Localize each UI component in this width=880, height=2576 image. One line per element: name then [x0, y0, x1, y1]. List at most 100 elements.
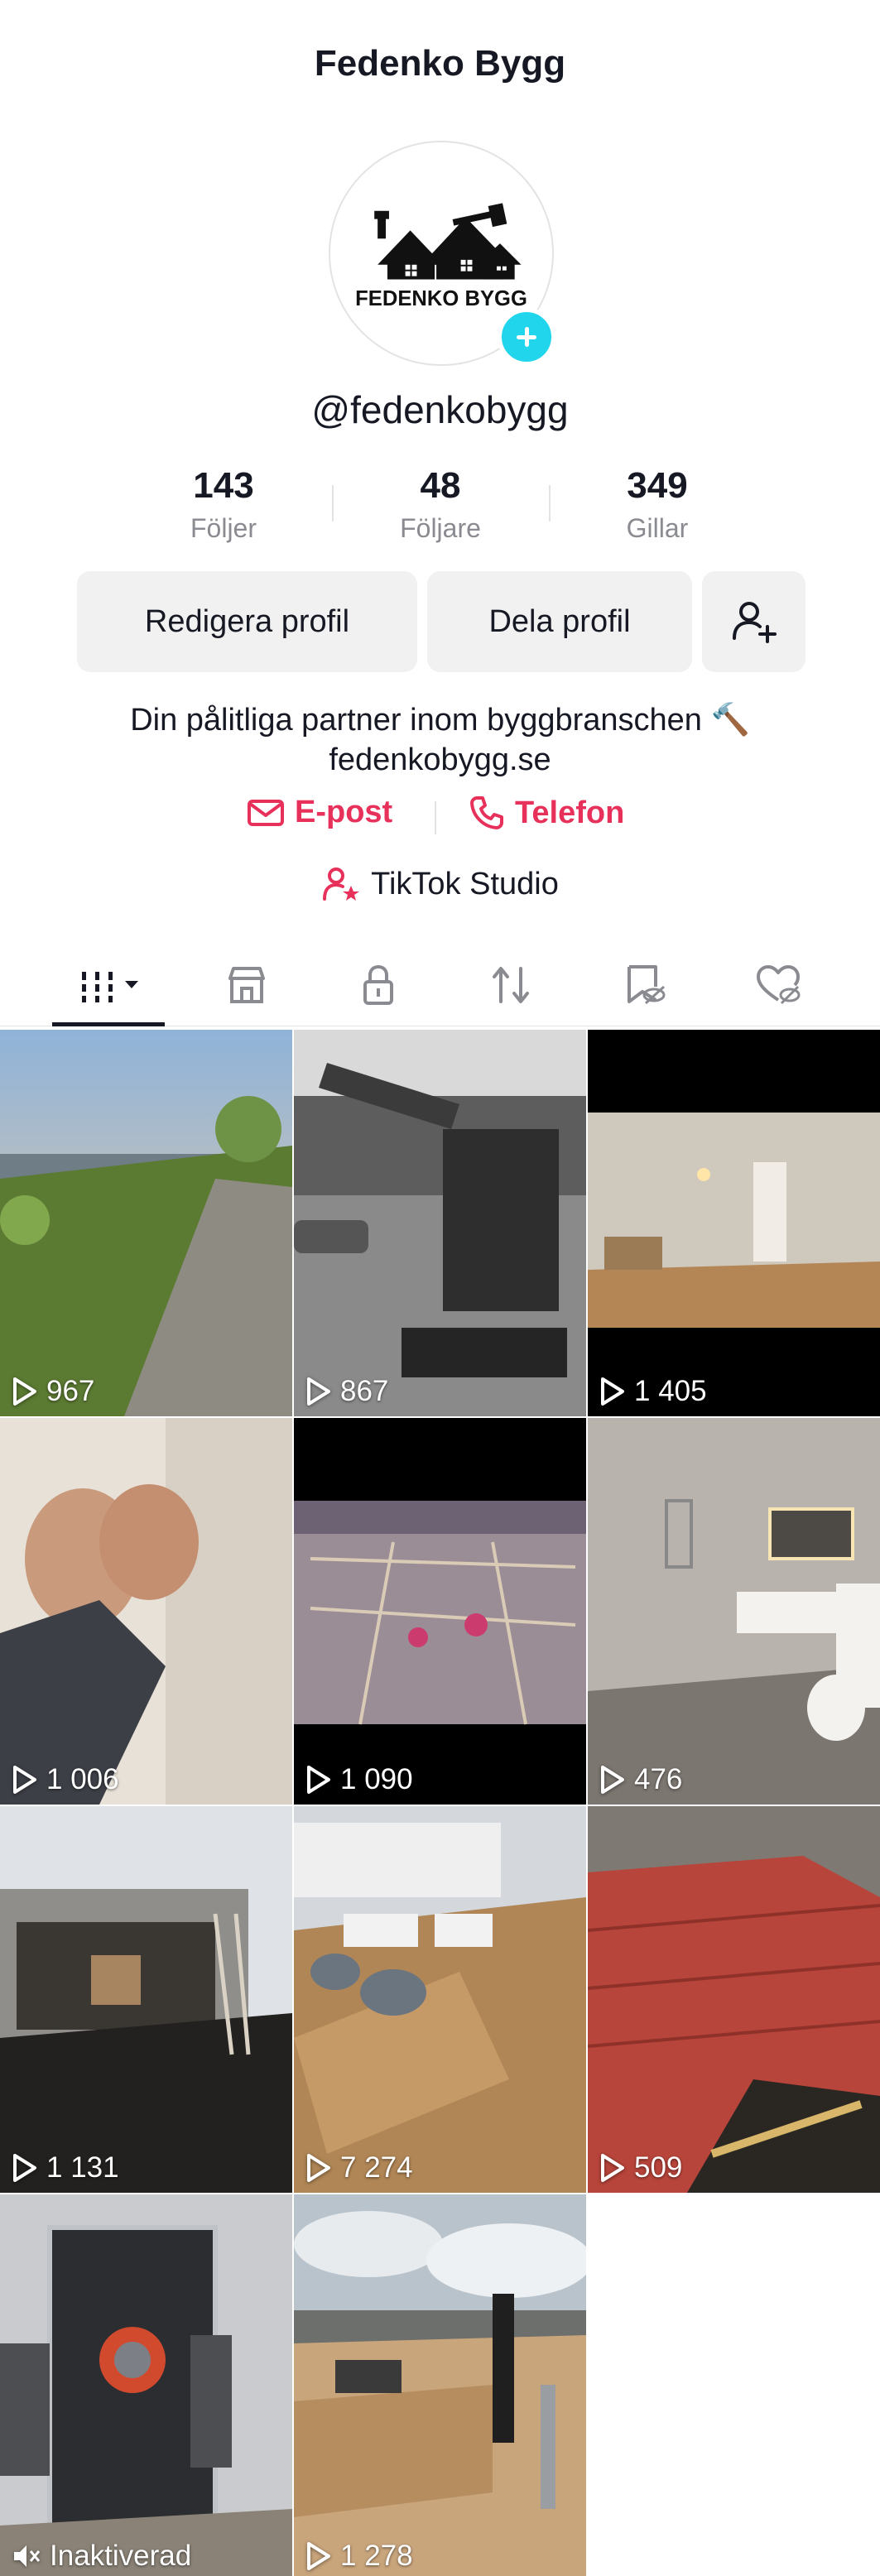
play-icon [13, 2154, 36, 2182]
thumbnail-image [0, 1806, 292, 2193]
phone-button[interactable]: Telefon [469, 795, 624, 831]
thumbnail-image [588, 1806, 880, 2193]
view-count-text: 1 278 [340, 2540, 413, 2572]
website-link[interactable]: fedenkobygg.se [0, 740, 880, 780]
play-icon [307, 2542, 330, 2570]
tab-shop[interactable] [197, 952, 296, 1018]
view-count: 1 006 [12, 1763, 119, 1796]
view-count: 1 278 [305, 2540, 413, 2573]
view-count: 1 131 [12, 2151, 119, 2184]
video-thumbnail[interactable]: 1 278 [294, 2194, 586, 2576]
play-icon [601, 1766, 624, 1794]
thumbnail-image [0, 2194, 292, 2576]
grid-icon [77, 968, 138, 1002]
followers-label: Följare [400, 513, 481, 543]
video-thumbnail[interactable]: 1 090 [294, 1418, 586, 1805]
view-count: 967 [12, 1375, 94, 1408]
stat-divider [332, 485, 334, 521]
view-count-text: 7 274 [340, 2151, 413, 2184]
followers-count: 48 [420, 465, 461, 506]
lock-icon [363, 964, 393, 1005]
contact-row: E-post Telefon [0, 795, 880, 838]
video-thumbnail[interactable]: 1 131 [0, 1806, 292, 2193]
repost-icon [493, 967, 529, 1003]
view-count-text: 1 006 [46, 1763, 119, 1795]
thumbnail-image [0, 1030, 292, 1416]
thumbnail-image [294, 2194, 586, 2576]
following-count: 143 [193, 465, 254, 506]
email-label: E-post [295, 795, 393, 829]
tab-favorites[interactable] [594, 952, 694, 1018]
tab-liked[interactable] [729, 952, 828, 1018]
view-count-text: 509 [634, 2151, 683, 2184]
tab-videos[interactable] [59, 952, 158, 1018]
likes-count: 349 [627, 465, 688, 506]
svg-text:FEDENKO BYGG: FEDENKO BYGG [355, 287, 527, 310]
video-thumbnail[interactable]: Inaktiverad [0, 2194, 292, 2576]
thumbnail-image [294, 1418, 586, 1805]
video-thumbnail[interactable]: 1 405 [588, 1030, 880, 1416]
video-thumbnail[interactable]: 967 [0, 1030, 292, 1416]
video-thumbnail[interactable]: 509 [588, 1806, 880, 2193]
phone-label: Telefon [515, 795, 625, 830]
edit-profile-button[interactable]: Redigera profil [77, 571, 417, 672]
stat-following[interactable]: 143 Följer [141, 465, 306, 544]
view-count: 509 [599, 2151, 682, 2184]
bio-text: Din pålitliga partner inom byggbranschen… [130, 703, 750, 738]
shop-icon [228, 967, 265, 1003]
view-count-text: Inaktiverad [50, 2540, 192, 2572]
share-profile-button[interactable]: Dela profil [427, 571, 692, 672]
thumbnail-image [588, 1418, 880, 1805]
profile-tabs [0, 944, 880, 1026]
bookmark-hidden-icon [628, 965, 666, 1005]
play-icon [307, 2154, 330, 2182]
view-count-text: 967 [46, 1375, 95, 1407]
add-person-icon [732, 602, 777, 643]
stat-followers[interactable]: 48 Följare [358, 465, 523, 544]
tab-private[interactable] [329, 952, 428, 1018]
view-count-text: 867 [340, 1375, 389, 1407]
tab-reposts[interactable] [461, 952, 560, 1018]
video-thumbnail[interactable]: 1 006 [0, 1418, 292, 1805]
view-count: 867 [305, 1375, 388, 1408]
bio: Din pålitliga partner inom byggbranschen… [0, 700, 880, 780]
thumbnail-image [294, 1030, 586, 1416]
mail-icon [248, 799, 284, 826]
video-thumbnail[interactable]: 7 274 [294, 1806, 586, 2193]
likes-label: Gillar [626, 513, 689, 543]
phone-icon [470, 796, 503, 829]
stats-row: 143 Följer 48 Följare 349 Gillar [0, 465, 880, 556]
play-icon [601, 1377, 624, 1406]
stat-likes[interactable]: 349 Gillar [575, 465, 740, 544]
active-tab-indicator [52, 1022, 165, 1026]
play-icon [307, 1766, 330, 1794]
view-count: 7 274 [305, 2151, 413, 2184]
stat-divider [549, 485, 551, 521]
play-icon [13, 1377, 36, 1406]
video-thumbnail[interactable]: 867 [294, 1030, 586, 1416]
view-count: 476 [599, 1763, 682, 1796]
contact-divider [435, 801, 436, 834]
page-title: Fedenko Bygg [314, 43, 566, 84]
view-count-text: 476 [634, 1763, 683, 1795]
thumbnail-image [294, 1806, 586, 2193]
view-count-text: 1 405 [634, 1375, 707, 1407]
muted-icon [14, 2545, 41, 2567]
studio-label: TikTok Studio [371, 866, 559, 901]
view-count: 1 090 [305, 1763, 413, 1796]
thumbnail-image [0, 1418, 292, 1805]
heart-hidden-icon [757, 965, 801, 1005]
view-count: Inaktiverad [12, 2540, 191, 2573]
play-icon [13, 1766, 36, 1794]
thumbnail-image [588, 1030, 880, 1416]
studio-person-star-icon [323, 867, 360, 901]
following-label: Följer [190, 513, 257, 543]
view-count-text: 1 131 [46, 2151, 119, 2184]
tiktok-studio-link[interactable]: TikTok Studio [0, 864, 880, 904]
play-icon [601, 2154, 624, 2182]
play-icon [307, 1377, 330, 1406]
email-button[interactable]: E-post [247, 795, 392, 830]
add-story-button[interactable] [498, 308, 555, 366]
add-friend-button[interactable] [702, 571, 805, 672]
video-thumbnail[interactable]: 476 [588, 1418, 880, 1805]
